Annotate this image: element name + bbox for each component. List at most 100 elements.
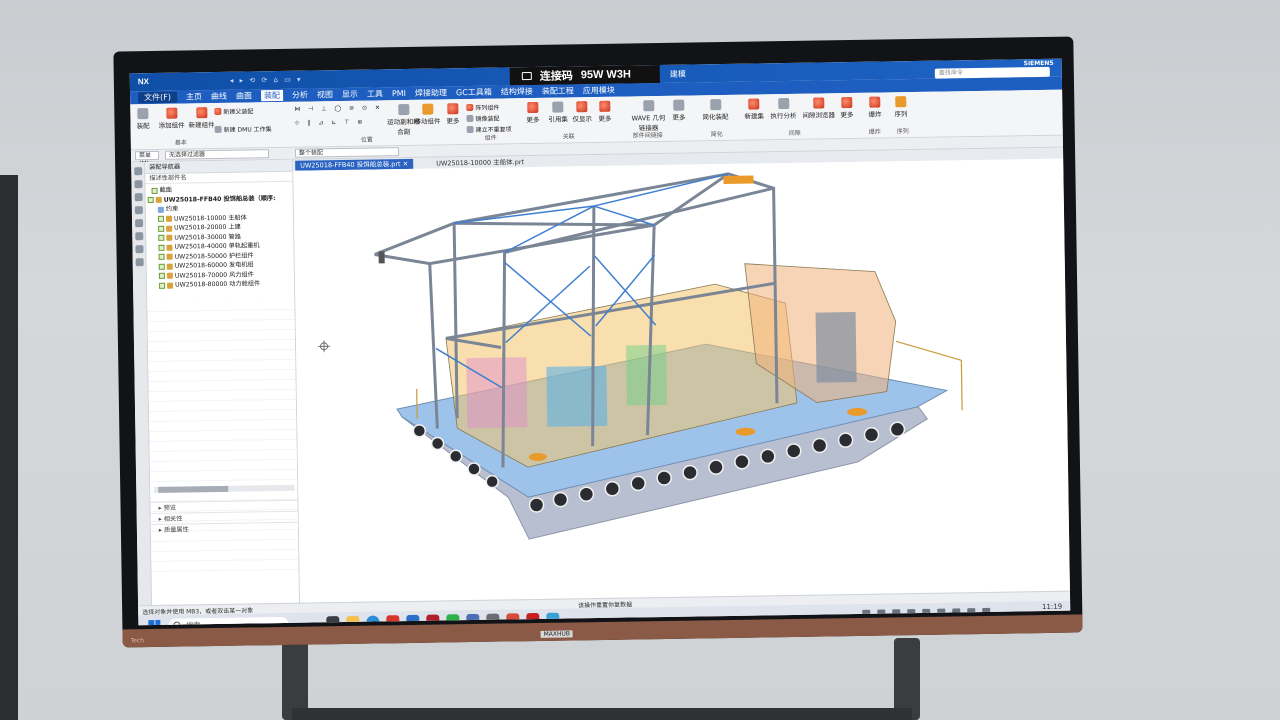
nx-logo: NX <box>137 77 150 87</box>
new-component-button[interactable]: 新建组件 <box>188 107 215 129</box>
reference-set-button[interactable]: 引用集 <box>548 101 568 124</box>
more-button-1[interactable]: 更多 <box>446 103 460 125</box>
selection-filter-dropdown[interactable]: 无选择过滤器 <box>164 149 270 160</box>
scrollbar-thumb[interactable] <box>158 485 229 493</box>
new-set-button[interactable]: 新建集 <box>744 98 764 121</box>
ship-model <box>374 172 963 540</box>
assemble-button[interactable]: 装配 <box>136 108 150 130</box>
menu-home[interactable]: 主页 <box>186 91 202 102</box>
tray-app-icon[interactable] <box>892 609 901 618</box>
constraint-tools-2[interactable]: ⊹ ∥ ⊿ ⊾ ⊤ ⊛ <box>294 119 365 127</box>
more-button-4[interactable]: 更多 <box>672 99 686 122</box>
simplify-assembly-button[interactable]: 简化装配 <box>702 99 729 121</box>
new-dmu-button[interactable]: 新建 DMU 工作集 <box>214 124 272 134</box>
navigator-column-header[interactable]: 描述性部件名 <box>145 171 293 185</box>
panel-label: 相关性 <box>163 515 183 523</box>
more-button-3[interactable]: 更多 <box>598 100 612 123</box>
menu-display[interactable]: 显示 <box>342 89 358 100</box>
menu-assembly[interactable]: 装配 <box>260 89 284 102</box>
explode-label: 爆炸 <box>868 110 882 119</box>
system-scenes-tab-icon[interactable] <box>135 258 144 267</box>
tree-label: 截面 <box>159 186 172 194</box>
taskbar-search[interactable]: 搜索 <box>168 616 289 626</box>
explode-button[interactable]: 爆炸 <box>868 96 882 119</box>
menu-analysis[interactable]: 分析 <box>292 90 308 101</box>
part-navigator-tab-icon[interactable] <box>134 193 143 202</box>
web-browser-tab-icon[interactable] <box>135 232 144 241</box>
show-only-button[interactable]: 仅显示 <box>572 101 592 123</box>
menu-view[interactable]: 视图 <box>317 89 333 100</box>
menu-structure-weld[interactable]: 结构焊接 <box>501 86 533 98</box>
graphics-viewport[interactable] <box>293 158 1070 603</box>
ribbon-group-component: 移动组件 更多 阵列组件 镜像装配 建立不重复项 组件 <box>414 100 525 144</box>
tray-app-icon[interactable] <box>907 609 916 618</box>
more-button-5[interactable]: 更多 <box>840 96 854 119</box>
quick-access-toolbar[interactable]: ◂ ▸ ⟲ ⟳ ⌂ ▭ ▾ <box>230 76 303 85</box>
more-label-2: 更多 <box>526 115 540 125</box>
history-tab-icon[interactable] <box>135 219 144 228</box>
checkbox-icon[interactable] <box>159 282 166 289</box>
clearance-browser-button[interactable]: 间隙浏览器 <box>802 97 835 120</box>
more-icon-1 <box>447 103 459 115</box>
add-component-button[interactable]: 添加组件 <box>158 107 185 130</box>
file-explorer-icon[interactable] <box>346 615 360 626</box>
menu-pmi[interactable]: PMI <box>392 89 406 98</box>
menu-weld-assistant[interactable]: 焊接助理 <box>415 87 447 99</box>
checkbox-icon[interactable] <box>158 263 165 270</box>
clearance-browser-label: 间隙浏览器 <box>802 111 836 120</box>
volume-icon[interactable] <box>967 608 976 617</box>
menu-curve[interactable]: 曲线 <box>211 91 227 102</box>
simplify-icon <box>709 99 721 111</box>
reuse-library-tab-icon[interactable] <box>134 206 143 215</box>
group-label-simplify: 简化 <box>710 131 723 139</box>
task-view-icon[interactable] <box>326 616 340 626</box>
app-icon[interactable] <box>406 614 420 626</box>
checkbox-icon[interactable] <box>147 197 154 204</box>
wifi-icon[interactable] <box>952 608 961 617</box>
menu-applications[interactable]: 应用模块 <box>583 85 615 97</box>
checkbox-icon[interactable] <box>158 244 165 251</box>
start-button[interactable] <box>148 619 161 626</box>
tree-label: 约束 <box>165 205 179 213</box>
checkbox-icon[interactable] <box>151 187 158 194</box>
checkbox-icon[interactable] <box>158 254 165 261</box>
assembly-navigator-tab-icon[interactable] <box>134 167 143 176</box>
new-parent-button[interactable]: 新建父装配 <box>214 106 253 116</box>
roles-tab-icon[interactable] <box>135 245 144 254</box>
menu-surface[interactable]: 曲面 <box>236 90 252 101</box>
tray-app-icon[interactable] <box>877 609 886 618</box>
tray-app-icon[interactable] <box>922 608 931 617</box>
array-component-button[interactable]: 阵列组件 <box>466 103 499 113</box>
menu-tools[interactable]: 工具 <box>367 88 383 99</box>
selection-scope-dropdown[interactable]: 整个装配 <box>294 147 400 158</box>
checkbox-icon[interactable] <box>158 235 165 242</box>
more-button-2[interactable]: 更多 <box>526 101 540 125</box>
checkbox-icon[interactable] <box>158 225 165 232</box>
chevron-up-icon[interactable] <box>862 609 871 618</box>
battery-icon[interactable] <box>982 607 991 616</box>
close-icon[interactable]: ✕ <box>403 160 409 168</box>
menu-gc-toolkit[interactable]: GC工具箱 <box>456 87 492 99</box>
move-component-button[interactable]: 移动组件 <box>414 103 441 126</box>
group-label-relation: 关联 <box>562 133 575 141</box>
ribbon-group-explode: 爆炸 序列 爆炸 序列 <box>868 94 929 137</box>
wps-icon[interactable] <box>386 615 400 626</box>
mirror-assembly-button[interactable]: 镜像装配 <box>466 114 500 124</box>
remote-connection-banner[interactable]: 连接码 95W W3H <box>509 64 660 86</box>
nonshared-icon <box>466 125 474 134</box>
sequence-icon <box>895 96 907 108</box>
sequence-button[interactable]: 序列 <box>894 96 908 118</box>
checkbox-icon[interactable] <box>158 273 165 280</box>
run-analysis-button[interactable]: 执行分析 <box>770 97 797 120</box>
edge-browser-icon[interactable] <box>366 615 380 626</box>
menu-dropdown[interactable]: 菜单(M) <box>134 150 160 167</box>
constraint-navigator-tab-icon[interactable] <box>134 180 143 189</box>
constraint-tools[interactable]: ⋈ ⊣ ⊥ ◯ ≡ ⊙ ✕ <box>294 104 383 112</box>
panel-mass-properties[interactable]: ▸ 质量属性 <box>150 521 298 536</box>
menu-file[interactable]: 文件(F) <box>138 91 178 104</box>
menu-assembly-engineering[interactable]: 装配工程 <box>542 85 574 97</box>
tree-row-part[interactable]: UW25018-80000 动力舱组件 <box>147 279 294 291</box>
checkbox-icon[interactable] <box>157 216 165 223</box>
tray-app-icon[interactable] <box>937 608 946 617</box>
wave-linker-button[interactable]: WAVE 几何链接器 <box>630 100 666 133</box>
